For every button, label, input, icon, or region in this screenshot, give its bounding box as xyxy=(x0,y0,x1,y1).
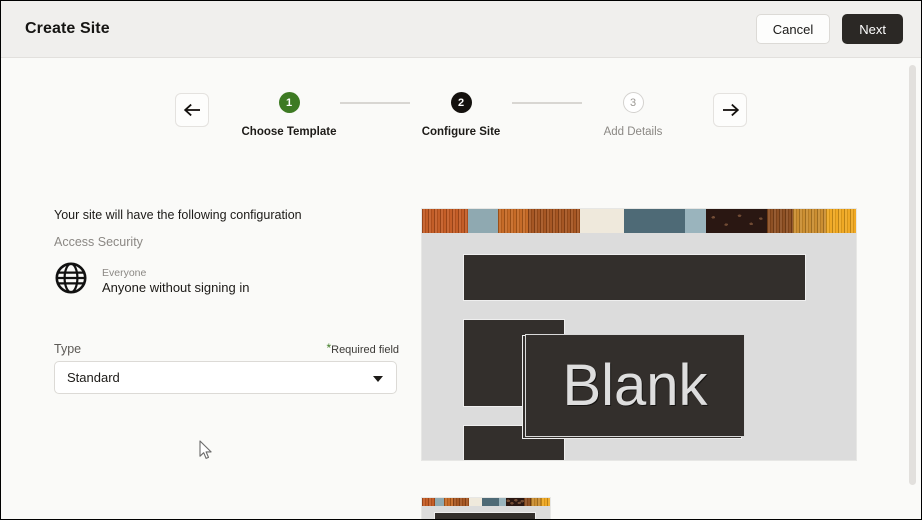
banner-band-3 xyxy=(497,209,529,233)
banner-band-s6 xyxy=(481,498,500,506)
access-text: Everyone Anyone without signing in xyxy=(102,267,249,295)
configuration-panel: Your site will have the following config… xyxy=(54,208,399,394)
step-2-label: Configure Site xyxy=(421,126,501,138)
access-security-label: Access Security xyxy=(54,235,143,249)
banner-band-s4 xyxy=(453,498,469,506)
step-1-label: Choose Template xyxy=(241,126,337,138)
banner-band-s1 xyxy=(422,498,436,506)
template-name-card: Blank xyxy=(525,334,745,437)
step-list: 1 Choose Template 2 Configure Site 3 Add… xyxy=(238,91,684,138)
access-audience: Everyone xyxy=(102,266,147,279)
type-select-value: Standard xyxy=(67,370,120,385)
template-banner xyxy=(422,209,856,233)
step-configure-site[interactable]: 2 Configure Site xyxy=(410,91,512,138)
header-actions: Cancel Next xyxy=(755,14,903,44)
required-field-note: *Required field xyxy=(326,342,399,356)
access-security-summary: Everyone Anyone without signing in xyxy=(54,261,399,300)
arrow-right-icon xyxy=(721,103,740,117)
banner-band-s11 xyxy=(540,498,550,506)
banner-band-s9 xyxy=(523,498,532,506)
banner-band-8 xyxy=(706,209,767,233)
main-content: Your site will have the following config… xyxy=(1,166,921,519)
banner-band-s8 xyxy=(505,498,524,506)
banner-band-10 xyxy=(793,209,826,233)
preview-s-block-header xyxy=(434,512,536,519)
previous-step-button[interactable] xyxy=(175,93,209,127)
banner-band-6 xyxy=(623,209,685,233)
template-preview-secondary[interactable] xyxy=(421,497,551,519)
globe-icon xyxy=(54,261,88,300)
page-title: Create Site xyxy=(25,20,110,37)
step-3-label: Add Details xyxy=(603,126,663,138)
banner-band-7 xyxy=(684,209,707,233)
banner-band-s2 xyxy=(435,498,445,506)
create-site-window: Create Site Cancel Next 1 Choose Templat… xyxy=(0,0,922,520)
step-connector-2 xyxy=(512,102,582,104)
wizard-stepper: 1 Choose Template 2 Configure Site 3 Add… xyxy=(175,91,747,138)
step-3-circle: 3 xyxy=(622,92,644,113)
template-preview-blank[interactable]: Blank xyxy=(421,208,857,461)
type-field-header: Type *Required field xyxy=(54,342,399,356)
type-select[interactable]: Standard xyxy=(54,361,397,394)
next-button[interactable]: Next xyxy=(842,14,903,44)
wizard-stepper-region: 1 Choose Template 2 Configure Site 3 Add… xyxy=(1,58,921,166)
banner-band-s3 xyxy=(444,498,454,506)
step-add-details[interactable]: 3 Add Details xyxy=(582,91,684,138)
window-header: Create Site Cancel Next xyxy=(1,1,921,58)
banner-band-2 xyxy=(467,209,498,233)
banner-band-s5 xyxy=(468,498,482,506)
template-name-text: Blank xyxy=(562,353,708,418)
configuration-heading: Your site will have the following config… xyxy=(54,208,302,222)
cancel-button[interactable]: Cancel xyxy=(755,14,831,44)
banner-band-4 xyxy=(528,209,581,233)
step-choose-template[interactable]: 1 Choose Template xyxy=(238,91,340,138)
arrow-left-icon xyxy=(183,103,202,117)
banner-band-1 xyxy=(422,209,468,233)
banner-band-5 xyxy=(580,209,624,233)
scrollbar-thumb[interactable] xyxy=(909,65,916,485)
banner-band-s10 xyxy=(531,498,541,506)
banner-band-11 xyxy=(825,209,856,233)
required-field-text: Required field xyxy=(331,344,399,356)
template-banner-small xyxy=(422,498,550,506)
type-field-group: Type *Required field Standard xyxy=(54,342,399,394)
step-connector-1 xyxy=(340,102,410,104)
step-2-circle: 2 xyxy=(450,92,472,113)
preview-block-header xyxy=(463,254,806,301)
vertical-scrollbar[interactable] xyxy=(907,59,918,518)
banner-band-9 xyxy=(766,209,793,233)
chevron-down-icon xyxy=(373,375,383,382)
access-description: Anyone without signing in xyxy=(102,279,250,295)
template-preview-panel: Blank xyxy=(421,208,857,519)
next-step-button[interactable] xyxy=(713,93,747,127)
step-1-circle: 1 xyxy=(278,92,300,113)
type-field-label: Type xyxy=(54,342,82,356)
